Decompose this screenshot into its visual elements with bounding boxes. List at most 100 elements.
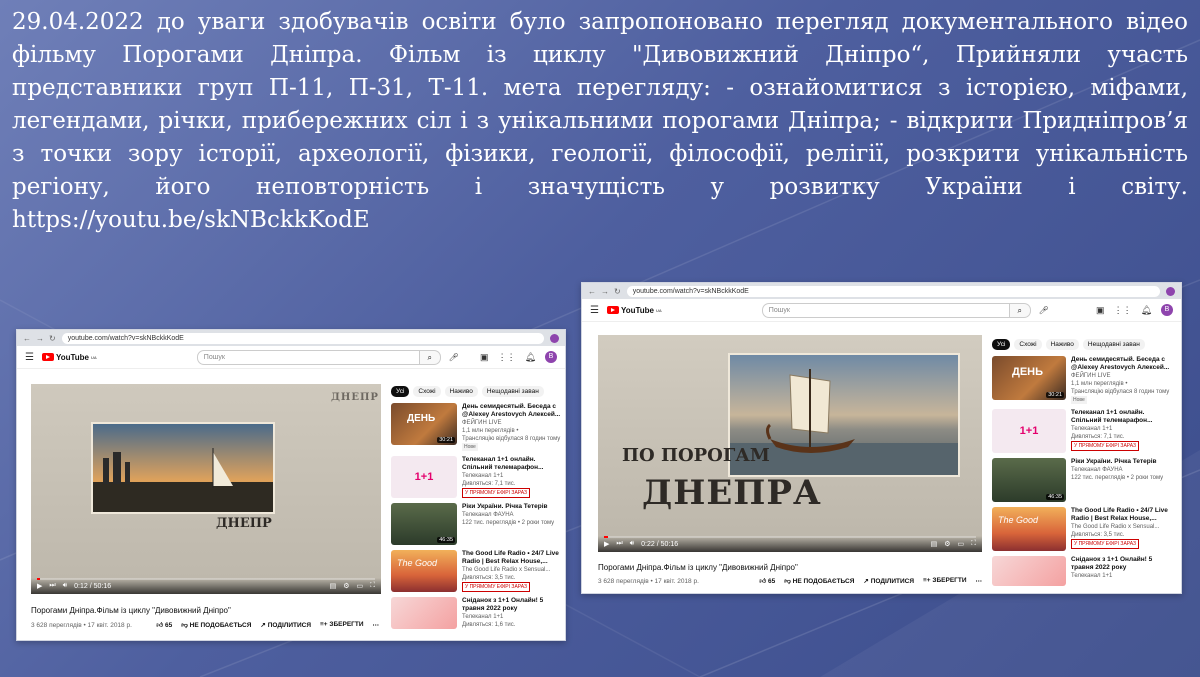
search-icon[interactable]: ⌕ [1009, 302, 1031, 318]
play-icon[interactable]: ▶ [37, 582, 42, 590]
back-icon[interactable]: ← [588, 287, 596, 296]
next-icon[interactable]: ⏭ [49, 582, 55, 590]
dislike-icon: 👎︎ [784, 578, 791, 585]
dislike-button[interactable]: 👎︎ НЕ ПОДОБАЄТЬСЯ [784, 577, 854, 585]
subtitles-icon[interactable]: ▤ [330, 582, 337, 590]
save-button[interactable]: ≡+ ЗБЕРЕГТИ [923, 577, 966, 585]
next-icon[interactable]: ⏭ [616, 540, 622, 548]
share-button[interactable]: ↗ ПОДІЛИТИСЯ [260, 621, 311, 629]
chip-live[interactable]: Наживо [444, 386, 478, 397]
settings-icon[interactable]: ⚙ [343, 582, 349, 590]
youtube-header: ☰ YouTube UA Пошук ⌕ 🎤︎ ▣ ⋮⋮ 🔔︎ B [17, 346, 565, 369]
volume-icon[interactable]: 🔊︎ [63, 582, 67, 590]
miniplayer-icon[interactable]: ▭ [356, 582, 363, 590]
avatar[interactable]: B [1161, 304, 1173, 316]
fullscreen-icon[interactable]: ⛶ [370, 582, 375, 590]
share-button[interactable]: ↗ ПОДІЛИТИСЯ [863, 577, 914, 585]
more-icon[interactable]: ⋯ [976, 577, 983, 585]
video-thumbnail[interactable]: The Good [391, 550, 457, 592]
youtube-logo[interactable]: YouTube UA [606, 306, 662, 315]
profile-icon[interactable] [550, 333, 559, 343]
reload-icon[interactable]: ↻ [49, 334, 56, 343]
notifications-icon[interactable]: 🔔︎ [525, 352, 536, 363]
miniplayer-icon[interactable]: ▭ [957, 540, 964, 548]
chip-all[interactable]: Усі [391, 386, 410, 397]
chip-live[interactable]: Наживо [1045, 339, 1079, 350]
video-thumbnail[interactable]: The Good [992, 507, 1066, 551]
like-button[interactable]: 👍︎ 65 [759, 577, 775, 585]
video-thumbnail[interactable]: 46:35 [992, 458, 1066, 502]
like-icon: 👍︎ [156, 622, 164, 629]
menu-icon[interactable]: ☰ [590, 305, 599, 316]
list-item[interactable]: Сніданок з 1+1 Онлайн! 5 травня 2022 рок… [391, 597, 561, 629]
browser-toolbar: ← → ↻ youtube.com/watch?v=skNBckkKodE [582, 283, 1181, 299]
subtitles-icon[interactable]: ▤ [931, 540, 938, 548]
dislike-button[interactable]: 👎︎ НЕ ПОДОБАЄТЬСЯ [181, 621, 251, 629]
microphone-icon[interactable]: 🎤︎ [1039, 306, 1049, 315]
forward-icon[interactable]: → [36, 334, 44, 343]
video-thumbnail[interactable]: 1+1 [391, 456, 457, 498]
create-video-icon[interactable]: ▣ [1096, 305, 1105, 316]
views-date: 3 628 переглядів • 17 квіт. 2018 р. [31, 621, 132, 629]
save-icon: ≡+ [923, 577, 931, 584]
chip-similar[interactable]: Схожі [413, 386, 441, 397]
video-thumbnail[interactable]: 46:35 [391, 503, 457, 545]
time-display: 0:22 / 50:16 [641, 540, 679, 548]
reload-icon[interactable]: ↻ [614, 287, 621, 296]
video-thumbnail[interactable]: ДЕНЬ 30:21 [391, 403, 457, 445]
video-player[interactable]: ПО ПОРОГАМ ДНЕПРА ▶ ⏭ 🔊︎ 0:22 / 50:16 ▤ ⚙… [598, 335, 982, 552]
list-item[interactable]: 46:35 Ріки України. Річка Тетерів Телекан… [391, 503, 561, 545]
address-bar[interactable]: youtube.com/watch?v=skNBckkKodE [61, 332, 544, 344]
filter-chips: Усі Схожі Наживо Нещодавні заван [992, 339, 1174, 350]
address-bar[interactable]: youtube.com/watch?v=skNBckkKodE [626, 285, 1160, 297]
list-item[interactable]: ДЕНЬ 30:21 День семидесятый. Беседа с @Al… [992, 356, 1174, 404]
video-thumbnail[interactable] [391, 597, 457, 629]
microphone-icon[interactable]: 🎤︎ [449, 353, 459, 362]
volume-icon[interactable]: 🔊︎ [630, 540, 634, 548]
fullscreen-icon[interactable]: ⛶ [971, 540, 976, 548]
search-icon[interactable]: ⌕ [419, 349, 441, 365]
back-icon[interactable]: ← [23, 334, 31, 343]
forward-icon[interactable]: → [601, 287, 609, 296]
list-item[interactable]: 1+1 Телеканал 1+1 онлайн. Спільний телем… [391, 456, 561, 498]
chip-recent[interactable]: Нещодавні заван [481, 386, 544, 397]
play-icon[interactable]: ▶ [604, 540, 609, 548]
video-thumbnail[interactable]: ДЕНЬ 30:21 [992, 356, 1066, 400]
search-input[interactable]: Пошук [196, 349, 420, 365]
progress-bar[interactable] [37, 578, 375, 580]
video-thumbnail[interactable]: 1+1 [992, 409, 1066, 453]
time-display: 0:12 / 50:16 [74, 582, 112, 590]
list-item[interactable]: The Good The Good Life Radio • 24/7 Live… [391, 550, 561, 592]
list-item[interactable]: The Good The Good Life Radio • 24/7 Live… [992, 507, 1174, 551]
more-icon[interactable]: ⋯ [373, 621, 380, 629]
recommendations: Усі Схожі Наживо Нещодавні заван ДЕНЬ 30:… [391, 386, 561, 634]
video-player[interactable]: ДНЕПР ДНЕПР ▶ ⏭ 🔊︎ 0:12 / 50:16 ▤ ⚙ ▭ ⛶ [31, 384, 381, 594]
create-video-icon[interactable]: ▣ [480, 352, 489, 363]
save-button[interactable]: ≡+ ЗБЕРЕГТИ [320, 621, 363, 629]
video-overlay-title: ДНЕПР [216, 516, 272, 531]
video-thumbnail[interactable] [992, 556, 1066, 586]
progress-fill [37, 578, 41, 580]
youtube-screenshot-left: ← → ↻ youtube.com/watch?v=skNBckkKodE ☰ Yo… [16, 329, 566, 641]
avatar[interactable]: B [545, 351, 557, 363]
youtube-logo[interactable]: YouTube UA [41, 353, 97, 362]
list-item[interactable]: Сніданок з 1+1 Онлайн! 5 травня 2022 рок… [992, 556, 1174, 586]
sailboat-silhouette [93, 448, 273, 512]
apps-icon[interactable]: ⋮⋮ [498, 352, 516, 363]
chip-all[interactable]: Усі [992, 339, 1011, 350]
like-button[interactable]: 👍︎ 65 [156, 621, 172, 629]
settings-icon[interactable]: ⚙ [944, 540, 950, 548]
youtube-screenshot-right: ← → ↻ youtube.com/watch?v=skNBckkKodE ☰ Yo… [581, 282, 1182, 594]
list-item[interactable]: 1+1 Телеканал 1+1 онлайн. Спільний телем… [992, 409, 1174, 453]
notifications-icon[interactable]: 🔔︎ [1141, 305, 1152, 316]
chip-similar[interactable]: Схожі [1014, 339, 1042, 350]
menu-icon[interactable]: ☰ [25, 352, 34, 363]
list-item[interactable]: 46:35 Ріки України. Річка Тетерів Телекан… [992, 458, 1174, 502]
chip-recent[interactable]: Нещодавні заван [1082, 339, 1145, 350]
search-input[interactable]: Пошук [761, 302, 1010, 318]
browser-toolbar: ← → ↻ youtube.com/watch?v=skNBckkKodE [17, 330, 565, 346]
apps-icon[interactable]: ⋮⋮ [1114, 305, 1132, 316]
progress-bar[interactable] [604, 536, 976, 538]
list-item[interactable]: ДЕНЬ 30:21 День семидесятый. Беседа с @Al… [391, 403, 561, 451]
profile-icon[interactable] [1166, 286, 1175, 296]
